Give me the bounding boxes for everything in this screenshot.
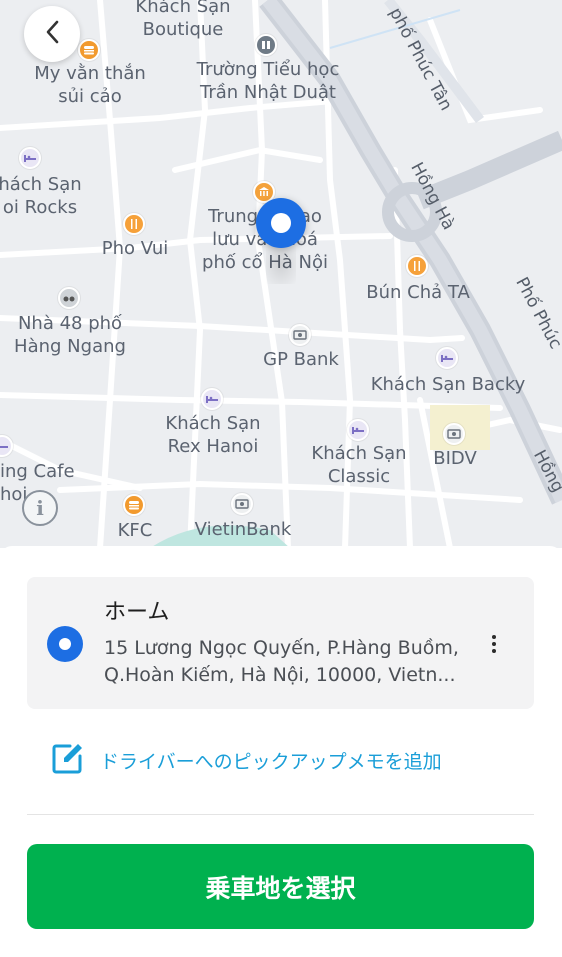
map-label: Nhà 48 phố Hàng Ngang <box>14 313 126 357</box>
add-pickup-memo-button[interactable]: ドライバーへのピックアップメモを追加 <box>50 742 442 778</box>
map-label: Trường Tiểu học Trần Nhật Duật <box>196 59 340 103</box>
bank-icon[interactable] <box>443 423 465 445</box>
map-label: hách Sạn oi Rocks <box>0 174 82 218</box>
bank-icon[interactable] <box>231 493 253 515</box>
map-label: Bún Chả TA <box>366 282 470 303</box>
hotel-icon[interactable] <box>201 388 223 410</box>
map-label: Pho Vui <box>101 238 169 259</box>
restaurant-icon[interactable] <box>406 255 428 277</box>
add-pickup-memo-label: ドライバーへのピックアップメモを追加 <box>100 750 442 773</box>
address-line-1: 15 Lương Ngọc Quyến, P.Hàng Buồm, <box>104 637 459 659</box>
map-view[interactable]: Khách Sạn Boutique My vằn thắn sủi cảo T… <box>0 0 562 548</box>
location-pin-icon[interactable] <box>256 198 306 248</box>
binoculars-icon[interactable] <box>58 287 80 309</box>
address-title: ホーム <box>104 600 170 625</box>
info-icon[interactable]: i <box>22 490 58 526</box>
pin-shadow <box>266 244 296 284</box>
map-label: VietinBank <box>194 519 292 540</box>
map-label: KFC <box>117 520 153 541</box>
map-label: Khách Sạn Classic <box>311 443 407 487</box>
more-options-icon[interactable] <box>483 629 505 659</box>
divider <box>27 814 534 815</box>
map-label: Khách Sạn Boutique <box>135 0 231 40</box>
map-label: BIDV <box>433 448 477 469</box>
address-card[interactable]: ホーム 15 Lương Ngọc Quyến, P.Hàng Buồm, Q.… <box>27 577 534 709</box>
burger-icon[interactable] <box>123 494 145 516</box>
map-label: Khách Sạn Backy <box>370 374 526 395</box>
edit-note-icon <box>50 740 86 780</box>
hotel-icon[interactable] <box>347 419 369 441</box>
address-line-2: Q.Hoàn Kiếm, Hà Nội, 10000, Vietn... <box>104 664 456 686</box>
hotel-icon[interactable] <box>19 147 41 169</box>
bottom-sheet: ホーム 15 Lương Ngọc Quyến, P.Hàng Buồm, Q.… <box>0 546 562 957</box>
map-label: My vằn thắn sủi cảo <box>34 63 146 107</box>
bank-icon[interactable] <box>289 324 311 346</box>
radio-selected-icon <box>47 626 83 662</box>
burger-icon[interactable] <box>78 39 100 61</box>
map-label: GP Bank <box>263 349 339 370</box>
hotel-icon[interactable] <box>436 347 458 369</box>
select-pickup-button[interactable]: 乗車地を選択 <box>27 844 534 929</box>
chevron-left-icon <box>43 19 61 49</box>
school-icon[interactable] <box>255 34 277 56</box>
map-label: Khách Sạn Rex Hanoi <box>165 413 261 457</box>
back-button[interactable] <box>24 6 80 62</box>
restaurant-icon[interactable] <box>123 213 145 235</box>
